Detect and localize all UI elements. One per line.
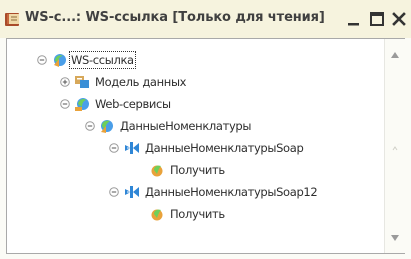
tree-node-label[interactable]: ДанныеНоменклатурыSoap	[145, 140, 304, 156]
tree-node-label[interactable]: WS-ссылка	[69, 51, 136, 69]
title-bar[interactable]: WS-с...: WS-ссылка [Только для чтения]	[0, 0, 411, 38]
tree-node-service[interactable]: ДанныеНоменклатуры	[7, 115, 337, 137]
book-icon	[5, 13, 19, 26]
window: WS-с...: WS-ссылка [Только для чтения] W…	[0, 0, 411, 259]
vertical-scrollbar[interactable]	[384, 39, 405, 253]
tree-node-label[interactable]: Модель данных	[95, 74, 186, 90]
operation-icon	[151, 165, 163, 177]
tree-node-label[interactable]: Получить	[170, 162, 225, 178]
scroll-thumb[interactable]	[392, 146, 398, 152]
maximize-icon[interactable]	[369, 11, 385, 27]
tree-node-label[interactable]: ДанныеНоменклатурыSoap12	[145, 184, 318, 200]
collapse-icon[interactable]	[37, 55, 47, 65]
collapse-icon[interactable]	[60, 99, 70, 109]
collapse-icon[interactable]	[85, 121, 95, 131]
tree-panel: WS-ссылка Модель данных Web-сервисы Данн…	[6, 38, 405, 254]
data-model-icon	[75, 76, 89, 88]
endpoint-icon	[125, 186, 139, 198]
tree-node-root[interactable]: WS-ссылка	[7, 49, 307, 71]
close-icon[interactable]	[391, 11, 407, 27]
tree-node-web-services[interactable]: Web-сервисы	[7, 93, 307, 115]
tree-node-operation[interactable]: Получить	[7, 203, 307, 225]
tree-node-endpoint[interactable]: ДанныеНоменклатурыSoap12	[7, 181, 377, 203]
tree-view[interactable]: WS-ссылка Модель данных Web-сервисы Данн…	[7, 39, 383, 253]
web-services-icon	[75, 98, 89, 111]
scroll-up-icon[interactable]	[390, 51, 400, 59]
web-service-icon	[101, 120, 113, 133]
tree-node-endpoint[interactable]: ДанныеНоменклатурыSoap	[7, 137, 367, 159]
tree-node-label[interactable]: Web-сервисы	[95, 96, 171, 112]
scroll-down-icon[interactable]	[390, 234, 400, 242]
tree-node-operation[interactable]: Получить	[7, 159, 307, 181]
collapse-icon[interactable]	[109, 143, 119, 153]
operation-icon	[151, 209, 163, 221]
web-service-link-icon	[54, 54, 66, 67]
expand-icon[interactable]	[60, 77, 70, 87]
tree-node-label[interactable]: Получить	[170, 206, 225, 222]
minimize-icon[interactable]	[346, 11, 362, 27]
tree-node-model[interactable]: Модель данных	[7, 71, 307, 93]
tree-node-label[interactable]: ДанныеНоменклатуры	[120, 118, 251, 134]
endpoint-icon	[125, 142, 139, 154]
window-title: WS-с...: WS-ссылка [Только для чтения]	[25, 10, 325, 25]
collapse-icon[interactable]	[109, 187, 119, 197]
